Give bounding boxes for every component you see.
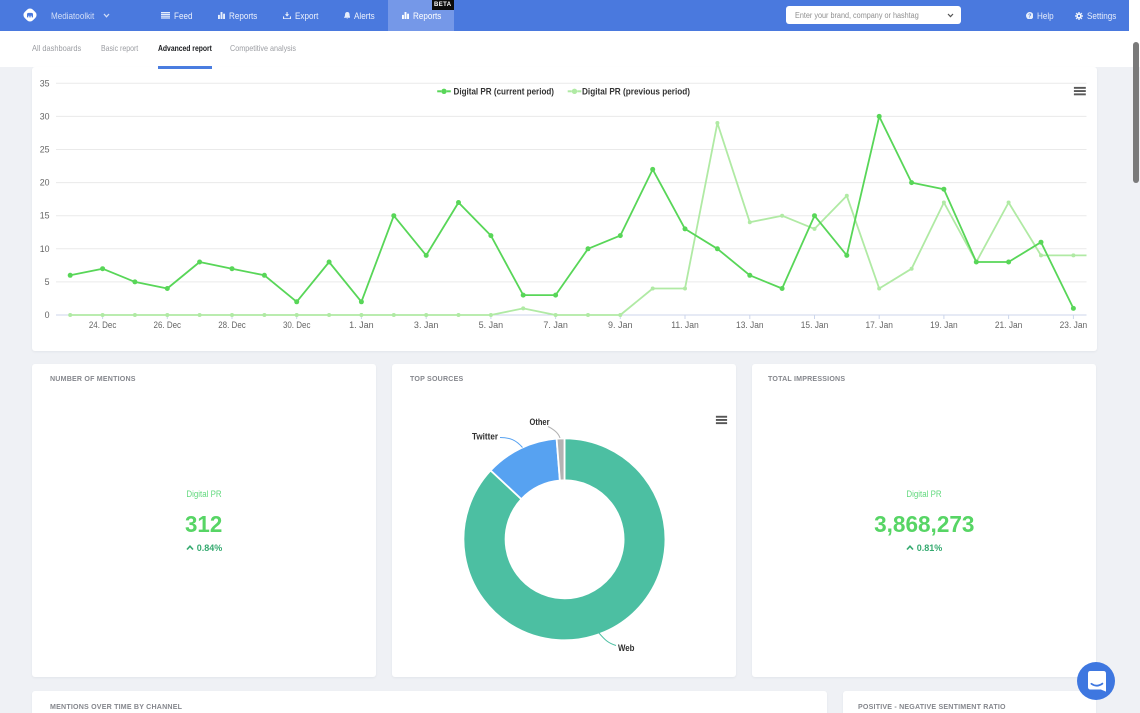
svg-text:Other: Other: [530, 417, 550, 427]
svg-text:35: 35: [40, 78, 50, 88]
svg-text:Digital PR (previous period): Digital PR (previous period): [582, 87, 690, 97]
svg-text:7. Jan: 7. Jan: [543, 320, 568, 330]
svg-text:5. Jan: 5. Jan: [479, 320, 504, 330]
svg-text:26. Dec: 26. Dec: [154, 320, 182, 330]
svg-text:3. Jan: 3. Jan: [414, 320, 439, 330]
svg-text:19. Jan: 19. Jan: [930, 320, 958, 330]
svg-text:Digital PR (current period): Digital PR (current period): [454, 87, 555, 97]
svg-text:24. Dec: 24. Dec: [89, 320, 117, 330]
svg-text:11. Jan: 11. Jan: [671, 320, 699, 330]
svg-text:?: ?: [1028, 13, 1031, 19]
svg-text:Twitter: Twitter: [472, 432, 499, 442]
svg-text:20: 20: [40, 178, 50, 188]
svg-text:23. Jan: 23. Jan: [1060, 320, 1088, 330]
svg-text:13. Jan: 13. Jan: [736, 320, 764, 330]
svg-text:1. Jan: 1. Jan: [349, 320, 374, 330]
svg-text:10: 10: [40, 244, 50, 254]
svg-text:0: 0: [45, 310, 50, 320]
svg-text:25: 25: [40, 145, 50, 155]
svg-text:15: 15: [40, 211, 50, 221]
svg-text:5: 5: [45, 277, 50, 287]
svg-text:9. Jan: 9. Jan: [608, 320, 633, 330]
svg-text:30. Dec: 30. Dec: [283, 320, 311, 330]
svg-text:30: 30: [40, 111, 50, 121]
svg-text:28. Dec: 28. Dec: [218, 320, 246, 330]
svg-text:17. Jan: 17. Jan: [865, 320, 893, 330]
svg-text:15. Jan: 15. Jan: [801, 320, 829, 330]
svg-text:21. Jan: 21. Jan: [995, 320, 1023, 330]
svg-text:Web: Web: [618, 643, 635, 653]
